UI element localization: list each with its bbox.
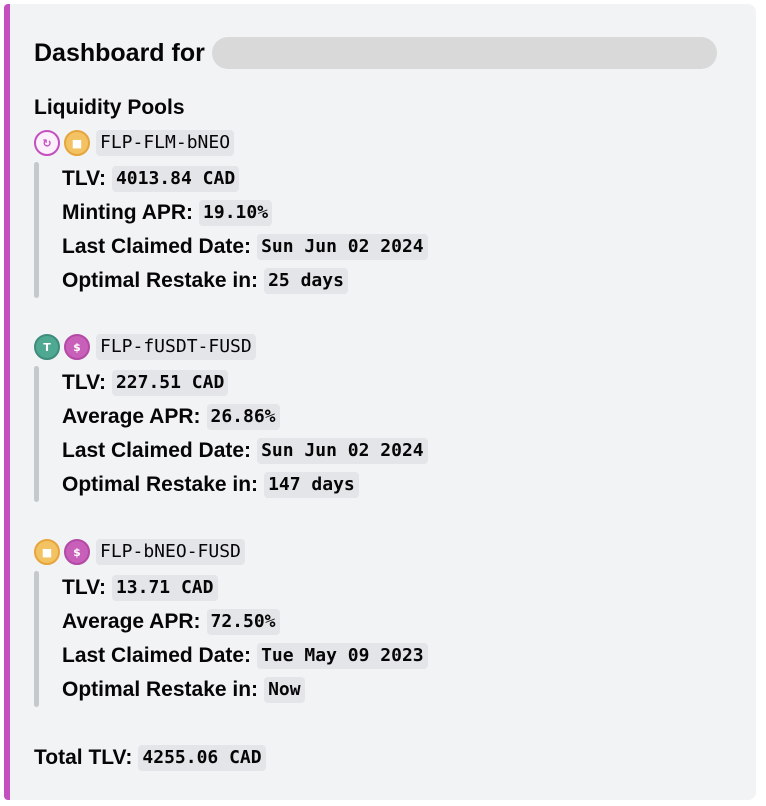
fusdt-token-icon: T [34, 334, 60, 360]
title-text: Dashboard for [34, 39, 205, 67]
tlv-row: TLV: 4013.84 CAD [62, 162, 734, 196]
row-value: 13.71 CAD [111, 575, 218, 601]
tlv-row: TLV: 13.71 CAD [62, 571, 734, 605]
row-label: TLV: [62, 371, 106, 394]
total-label: Total TLV: [34, 746, 133, 769]
pool-flp-bneo-fusd: ■ $ FLP-bNEO-FUSD TLV: 13.71 CAD Average… [34, 536, 734, 707]
total-value: 4255.06 CAD [138, 745, 266, 771]
pool-flp-flm-bneo: ↻ ■ FLP-FLM-bNEO TLV: 4013.84 CAD Mintin… [34, 127, 734, 298]
flm-token-icon: ↻ [34, 130, 60, 156]
pool-name: FLP-FLM-bNEO [96, 130, 235, 156]
pool-header: ↻ ■ FLP-FLM-bNEO [34, 127, 734, 159]
pool-header: ■ $ FLP-bNEO-FUSD [34, 536, 734, 568]
row-label: Last Claimed Date: [62, 439, 252, 462]
last-claimed-row: Last Claimed Date: Tue May 09 2023 [62, 639, 734, 673]
embed-title: Dashboard for [34, 37, 717, 69]
row-value: 19.10% [199, 200, 273, 226]
apr-row: Average APR: 72.50% [62, 605, 734, 639]
row-label: Optimal Restake in: [62, 678, 259, 701]
row-label: TLV: [62, 167, 106, 190]
apr-row: Minting APR: 19.10% [62, 196, 734, 230]
bneo-token-icon: ■ [34, 539, 60, 565]
bneo-token-icon: ■ [64, 130, 90, 156]
last-claimed-row: Last Claimed Date: Sun Jun 02 2024 [62, 230, 734, 264]
row-value: 4013.84 CAD [111, 166, 240, 192]
row-value: 72.50% [206, 609, 280, 635]
row-label: Last Claimed Date: [62, 644, 252, 667]
optimal-restake-row: Optimal Restake in: 25 days [62, 264, 734, 298]
pool-name: FLP-fUSDT-FUSD [96, 334, 256, 360]
pool-flp-fusdt-fusd: T $ FLP-fUSDT-FUSD TLV: 227.51 CAD Avera… [34, 331, 734, 502]
section-title-liquidity-pools: Liquidity Pools [34, 96, 185, 119]
pool-name: FLP-bNEO-FUSD [96, 539, 245, 565]
pool-details: TLV: 4013.84 CAD Minting APR: 19.10% Las… [34, 162, 734, 298]
apr-row: Average APR: 26.86% [62, 400, 734, 434]
redacted-username [211, 37, 717, 69]
fusd-token-icon: $ [64, 334, 90, 360]
row-value: Sun Jun 02 2024 [257, 438, 428, 464]
row-value: 147 days [264, 472, 359, 498]
row-label: Last Claimed Date: [62, 235, 252, 258]
row-label: Minting APR: [62, 201, 194, 224]
total-tlv: Total TLV: 4255.06 CAD [34, 741, 266, 775]
pool-header: T $ FLP-fUSDT-FUSD [34, 331, 734, 363]
optimal-restake-row: Optimal Restake in: Now [62, 673, 734, 707]
row-value: Tue May 09 2023 [257, 643, 428, 669]
row-value: 25 days [264, 268, 348, 294]
last-claimed-row: Last Claimed Date: Sun Jun 02 2024 [62, 434, 734, 468]
tlv-row: TLV: 227.51 CAD [62, 366, 734, 400]
row-label: Average APR: [62, 405, 201, 428]
row-value: Now [264, 677, 305, 703]
optimal-restake-row: Optimal Restake in: 147 days [62, 468, 734, 502]
row-value: 227.51 CAD [111, 370, 229, 396]
row-label: Optimal Restake in: [62, 473, 259, 496]
fusd-token-icon: $ [64, 539, 90, 565]
row-label: Average APR: [62, 610, 201, 633]
dashboard-embed: Dashboard for Liquidity Pools ↻ ■ FLP-FL… [4, 4, 756, 800]
row-value: Sun Jun 02 2024 [257, 234, 428, 260]
pool-details: TLV: 227.51 CAD Average APR: 26.86% Last… [34, 366, 734, 502]
pool-details: TLV: 13.71 CAD Average APR: 72.50% Last … [34, 571, 734, 707]
row-label: Optimal Restake in: [62, 269, 259, 292]
row-value: 26.86% [206, 404, 280, 430]
row-label: TLV: [62, 576, 106, 599]
